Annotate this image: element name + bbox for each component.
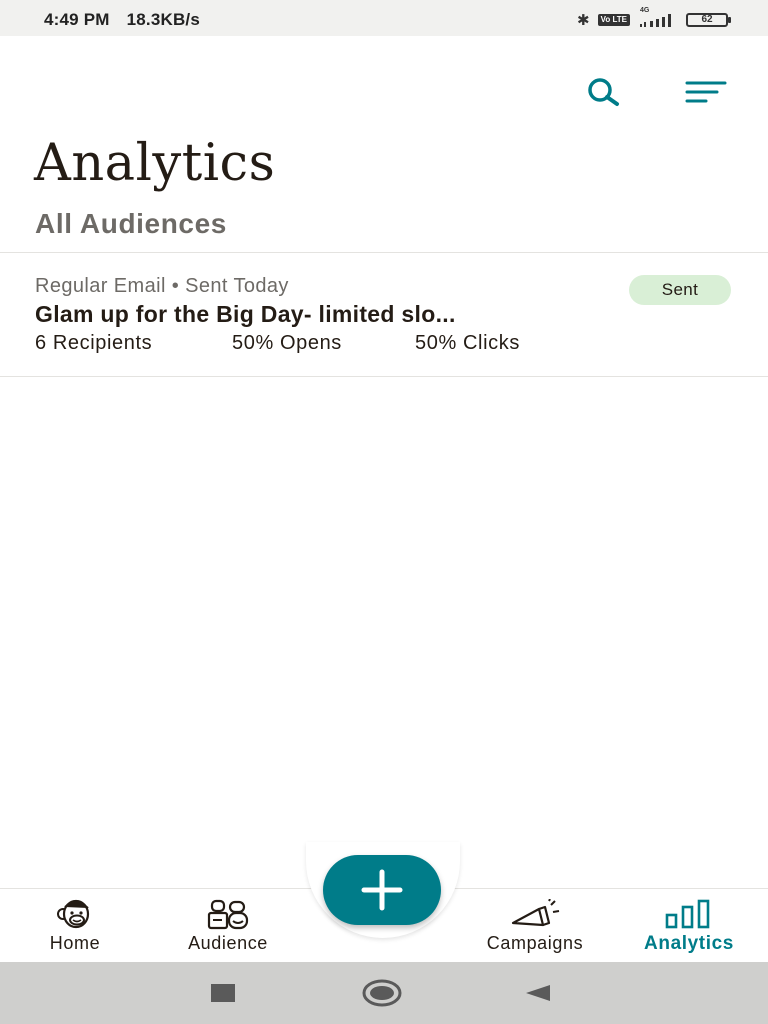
battery-level: 62: [701, 14, 713, 25]
nav-item-analytics[interactable]: Analytics: [622, 889, 756, 963]
search-button[interactable]: [580, 74, 628, 110]
nav-label-campaigns: Campaigns: [486, 933, 584, 953]
status-time: 4:49 PM: [44, 10, 110, 29]
status-bar: 4:49 PM 18.3KB/s ✱ Vo LTE 4G 62: [0, 0, 768, 36]
status-badge: Sent: [629, 275, 731, 305]
status-speed: 18.3KB/s: [126, 10, 201, 29]
nav-item-home[interactable]: Home: [20, 889, 130, 963]
back-button[interactable]: [518, 978, 558, 1008]
filter-button[interactable]: [682, 74, 730, 110]
monkey-icon: [57, 899, 90, 929]
status-right: ✱ Vo LTE 4G 62: [577, 7, 731, 30]
signal-icon: 4G: [638, 7, 678, 29]
circle-icon: [362, 979, 402, 1007]
nav-label-home: Home: [49, 933, 101, 953]
filter-lines-icon: [685, 81, 727, 103]
search-icon: [588, 78, 619, 106]
plus-icon: [361, 869, 403, 911]
campaign-meta: Regular Email • Sent Today: [35, 275, 289, 297]
divider: [0, 376, 768, 377]
volte-icon: Vo LTE: [597, 14, 630, 26]
nav-item-campaigns[interactable]: Campaigns: [464, 889, 606, 963]
nav-label-analytics: Analytics: [644, 933, 734, 954]
stat-clicks: 50% Clicks: [415, 332, 520, 354]
bar-chart-icon: [665, 899, 710, 929]
create-fab[interactable]: [323, 855, 441, 925]
square-icon: [211, 984, 235, 1002]
nav-item-audience[interactable]: Audience: [168, 889, 288, 963]
megaphone-icon: [511, 899, 560, 927]
audience-selector[interactable]: All Audiences: [35, 208, 227, 240]
campaign-title: Glam up for the Big Day- limited slo...: [35, 301, 456, 327]
back-triangle-icon: [526, 985, 550, 1001]
nav-label-audience: Audience: [188, 933, 268, 953]
battery-icon: 62: [686, 13, 731, 27]
campaign-stats: 6 Recipients 50% Opens 50% Clicks: [35, 332, 520, 355]
recents-button[interactable]: [206, 980, 240, 1006]
bluetooth-icon: ✱: [577, 11, 590, 29]
page-title: Analytics: [34, 134, 276, 193]
status-left: 4:49 PM 18.3KB/s: [44, 10, 200, 30]
system-nav-bar: [0, 962, 768, 1024]
audience-icon: [207, 899, 249, 930]
stat-opens: 50% Opens: [232, 332, 342, 354]
campaign-row[interactable]: Regular Email • Sent Today Glam up for t…: [0, 253, 768, 376]
stat-recipients: 6 Recipients: [35, 332, 153, 354]
home-system-button[interactable]: [358, 976, 406, 1010]
